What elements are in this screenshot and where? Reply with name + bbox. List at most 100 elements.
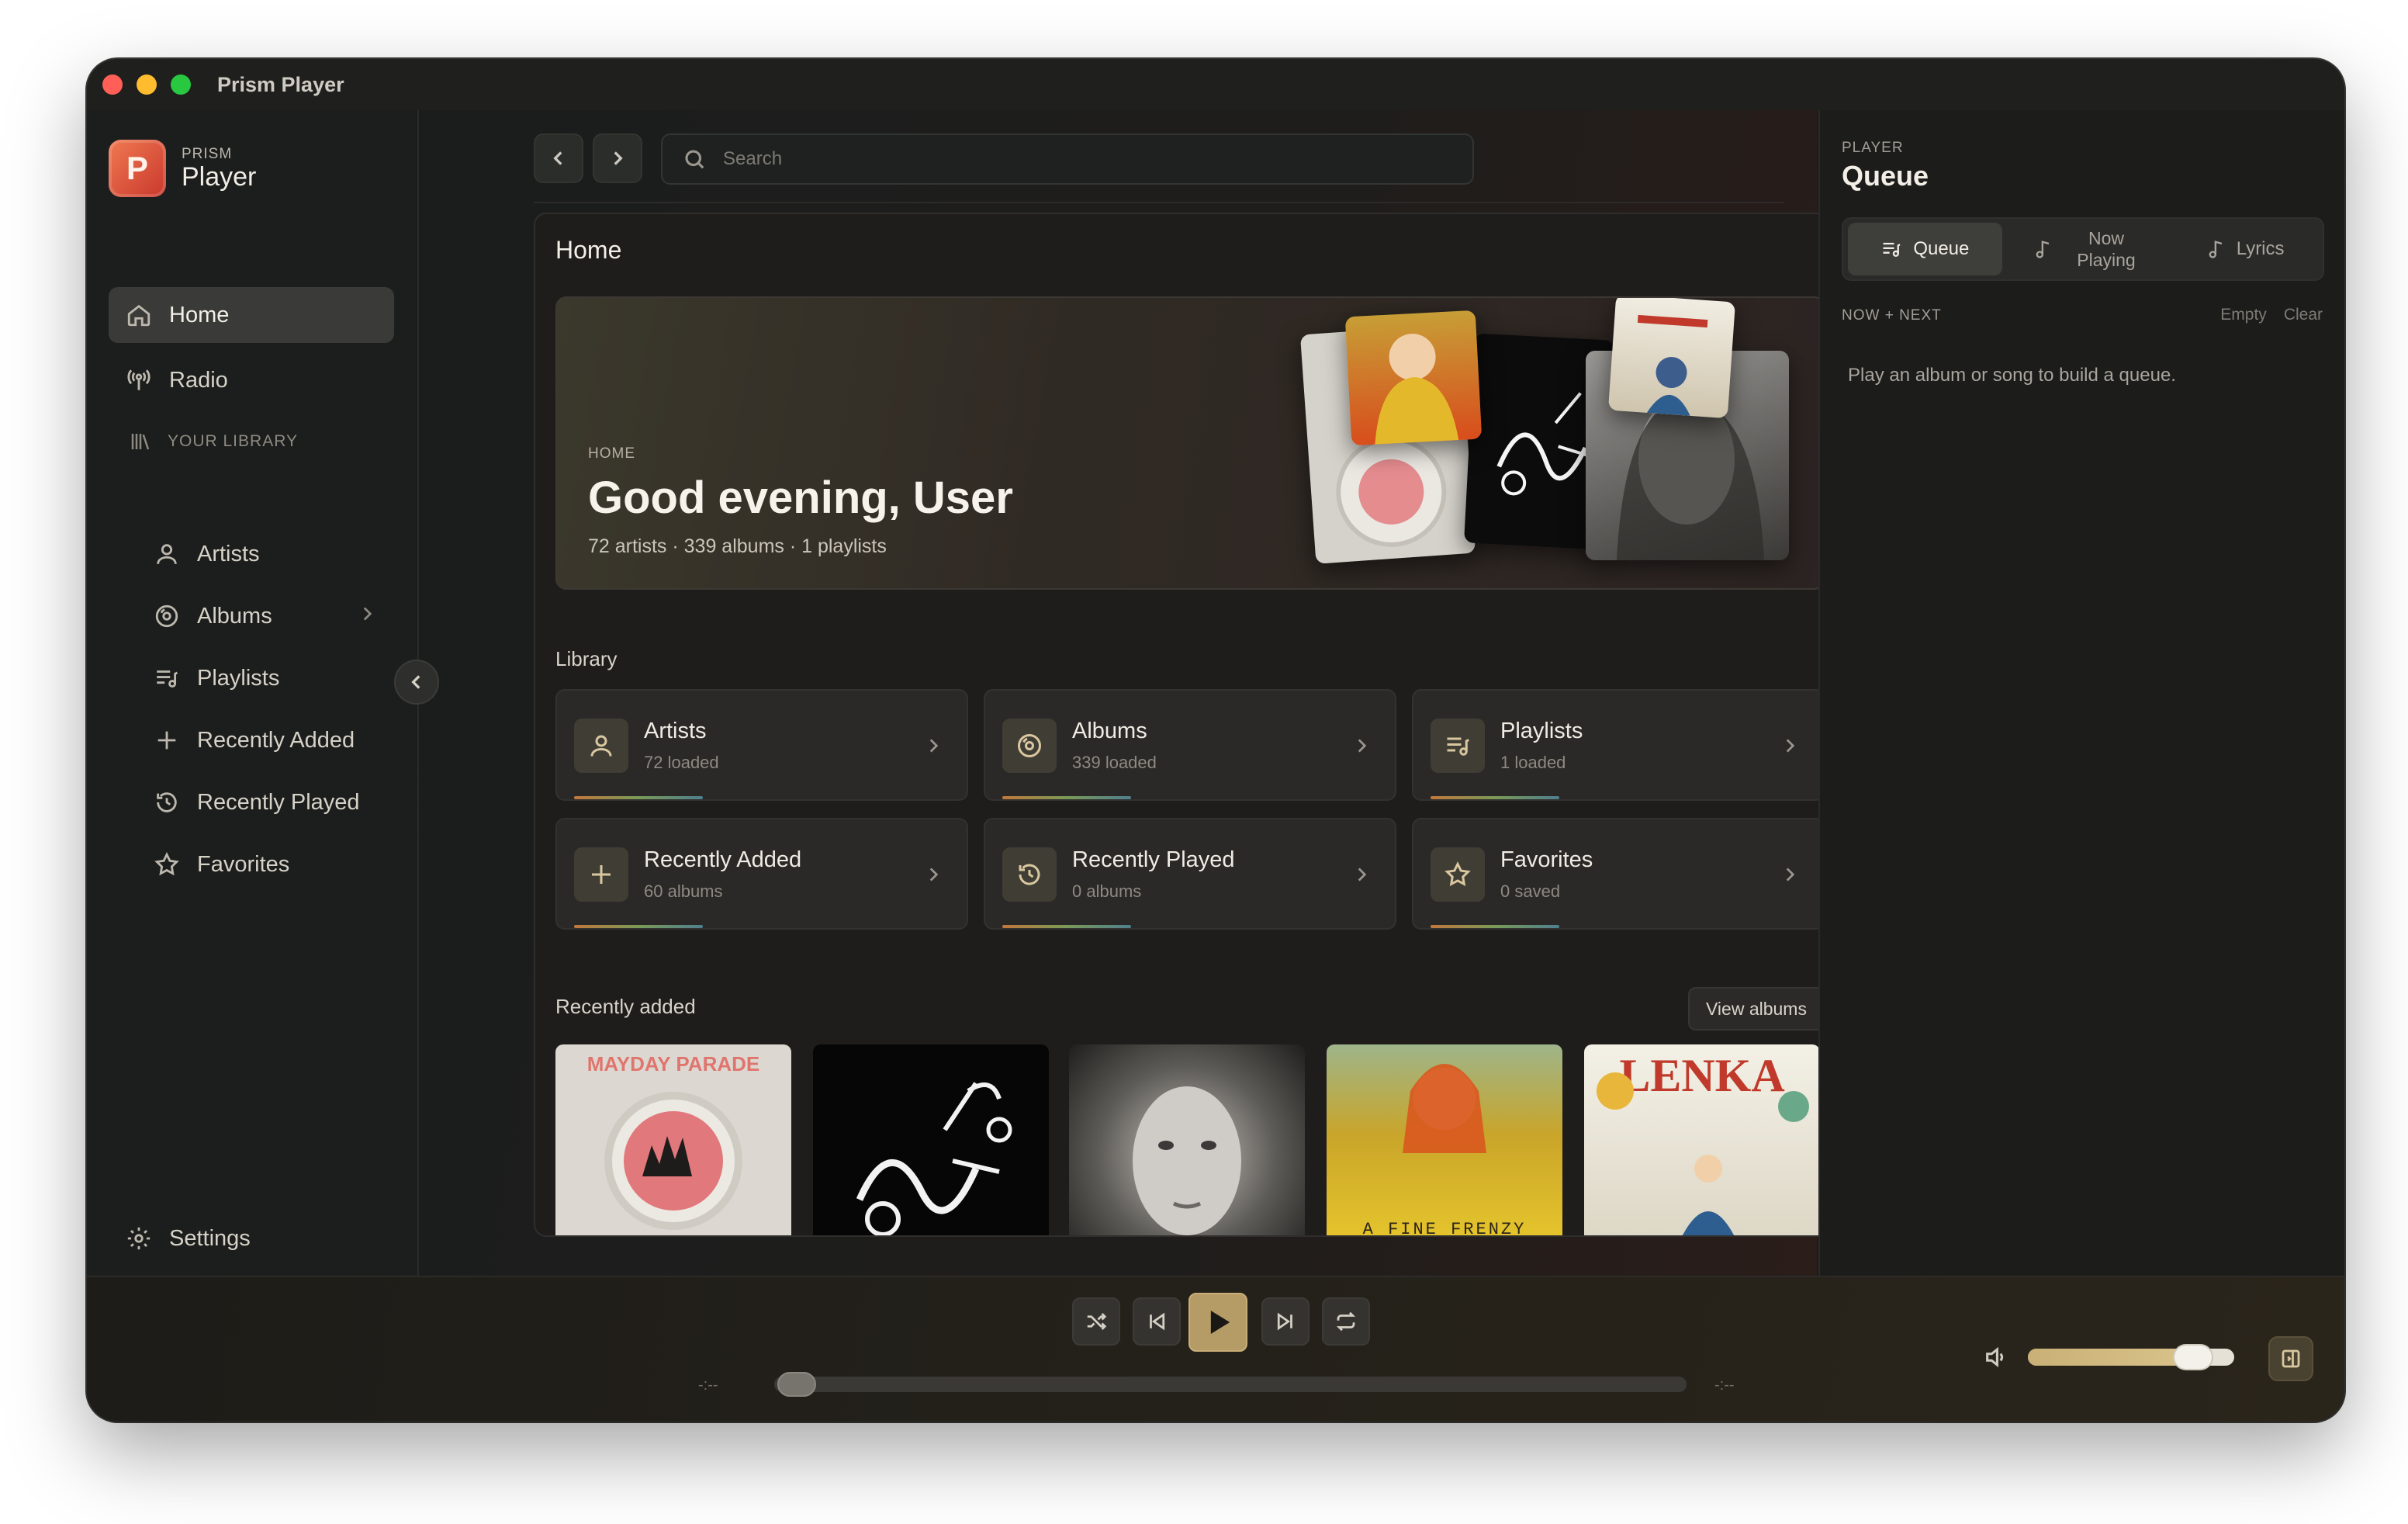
card-subtitle: 0 albums [1072, 881, 1142, 901]
star-icon [154, 852, 179, 876]
shuffle-button[interactable] [1072, 1297, 1120, 1346]
sidebar-item-label: Playlists [197, 665, 280, 691]
tab-queue[interactable]: Queue [1848, 223, 2002, 275]
music-note-icon [2036, 241, 2050, 258]
album-cover[interactable]: A FINE FRENZY [1327, 1044, 1562, 1235]
library-card-recently-played[interactable]: Recently Played 0 albums [984, 818, 1396, 930]
home-icon [127, 304, 150, 327]
plus-icon [157, 731, 176, 750]
card-accent-bar [574, 925, 703, 928]
person-icon [157, 544, 177, 564]
library-card-recently-added[interactable]: Recently Added 60 albums [555, 818, 968, 930]
close-window-button[interactable] [102, 74, 123, 95]
chevron-right-icon [1358, 868, 1367, 881]
toggle-side-panel-button[interactable] [2268, 1336, 2313, 1381]
library-card-favorites[interactable]: Favorites 0 saved [1412, 818, 1825, 930]
hero-cover-art [1607, 298, 1736, 419]
recently-added-label: Recently added [555, 995, 696, 1018]
chevron-right-icon [1358, 739, 1367, 753]
queue-section-label: NOW + NEXT [1842, 307, 1942, 324]
sidebar-item-recently-added[interactable]: Recently Added [154, 712, 355, 768]
card-title: Albums [1072, 719, 1147, 743]
album-cover[interactable]: MAYDAY PARADE [555, 1044, 791, 1235]
chevron-right-icon [929, 868, 939, 881]
sidebar-item-favorites[interactable]: Favorites [154, 836, 289, 892]
back-button[interactable] [534, 133, 583, 183]
sidebar-panel-icon [2282, 1349, 2300, 1368]
hero-banner: HOME Good evening, User 72 artists · 339… [555, 296, 1825, 590]
card-accent-bar [1431, 925, 1559, 928]
sidebar-item-recently-played[interactable]: Recently Played [154, 774, 360, 830]
chevron-right-icon [1786, 739, 1795, 753]
person-icon [590, 735, 612, 757]
sidebar-item-label: Favorites [197, 851, 290, 877]
tab-lyrics[interactable]: Lyrics [2171, 223, 2318, 275]
skip-back-icon [1150, 1312, 1165, 1331]
seek-handle[interactable] [777, 1372, 816, 1397]
hero-greeting: Good evening, User [588, 473, 1013, 523]
history-icon [1019, 864, 1040, 885]
chevron-right-icon[interactable] [357, 604, 377, 624]
library-card-playlists[interactable]: Playlists 1 loaded [1412, 689, 1825, 801]
search-bar [661, 133, 1474, 185]
repeat-icon [1336, 1311, 1356, 1332]
library-icon [131, 434, 150, 450]
sidebar-item-label: Radio [169, 367, 228, 393]
window-title: Prism Player [217, 72, 344, 96]
star-icon [1444, 861, 1471, 887]
zoom-window-button[interactable] [171, 74, 191, 95]
player-bar: -:-- -:-- [87, 1276, 2344, 1422]
sidebar-item-artists[interactable]: Artists [154, 526, 260, 582]
sidebar-item-playlists[interactable]: Playlists [154, 650, 279, 706]
volume-handle[interactable] [2172, 1344, 2213, 1370]
panel-title: Queue [1842, 160, 1929, 192]
album-cover-text: LENKA [1619, 1050, 1784, 1101]
time-total: -:-- [1714, 1377, 1735, 1394]
time-elapsed: -:-- [698, 1377, 718, 1394]
album-cover[interactable] [813, 1044, 1049, 1235]
card-subtitle: 0 saved [1500, 881, 1561, 901]
queue-panel: PLAYER Queue Queue Now Playing Lyrics NO… [1818, 110, 2344, 1276]
search-input[interactable] [723, 148, 1421, 170]
sidebar-item-settings[interactable]: Settings [126, 1211, 251, 1266]
sidebar-item-home[interactable]: Home [109, 287, 394, 343]
library-card-albums[interactable]: Albums 339 loaded [984, 689, 1396, 801]
chevron-right-icon [1786, 868, 1795, 881]
album-cover[interactable] [1069, 1044, 1305, 1235]
card-title: Artists [644, 719, 707, 743]
brand: P PRISM Player [109, 140, 256, 197]
next-button[interactable] [1261, 1297, 1310, 1346]
chevron-right-icon [614, 151, 623, 165]
tab-now-playing[interactable]: Now Playing [2002, 223, 2172, 275]
disc-icon [1018, 734, 1041, 757]
repeat-button[interactable] [1322, 1297, 1370, 1346]
queue-actions: Empty Clear [2220, 306, 2323, 324]
sidebar-item-albums[interactable]: Albums [154, 588, 272, 644]
sidebar-item-radio[interactable]: Radio [126, 352, 228, 408]
forward-button[interactable] [593, 133, 642, 183]
skip-forward-icon [1277, 1312, 1292, 1331]
app-logo: P [109, 140, 166, 197]
main-content: Home [420, 110, 1865, 1276]
page-title: Home [555, 236, 622, 264]
previous-button[interactable] [1133, 1297, 1181, 1346]
clear-queue-button[interactable]: Clear [2284, 306, 2323, 324]
view-albums-button[interactable]: View albums [1688, 987, 1825, 1030]
sidebar-item-label: Artists [197, 541, 260, 566]
chevron-left-icon [411, 675, 420, 689]
volume-icon[interactable] [1983, 1344, 2009, 1370]
minimize-window-button[interactable] [137, 74, 157, 95]
play-button[interactable] [1188, 1293, 1247, 1352]
collapse-sidebar-button[interactable] [394, 660, 439, 705]
album-cover[interactable]: LENKA [1584, 1044, 1820, 1235]
window-controls [102, 74, 191, 95]
brand-eyebrow: PRISM [182, 146, 233, 162]
brand-name: Player [182, 162, 257, 192]
library-card-artists[interactable]: Artists 72 loaded [555, 689, 968, 801]
seek-bar[interactable] [774, 1377, 1687, 1392]
card-title: Recently Added [644, 847, 802, 872]
queue-empty-status: Empty [2220, 306, 2267, 324]
chevron-right-icon [929, 739, 939, 753]
card-accent-bar [1431, 796, 1559, 799]
chevron-left-icon [553, 151, 562, 165]
